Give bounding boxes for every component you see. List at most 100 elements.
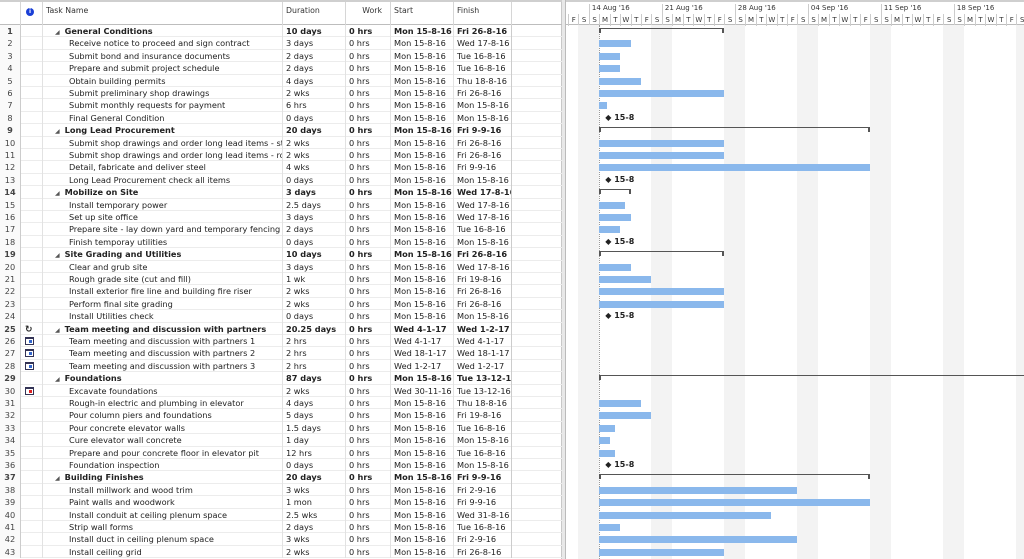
task-name-cell[interactable]: Final General Condition — [43, 111, 283, 125]
finish-cell[interactable]: Wed 17-8-16 — [454, 260, 512, 273]
finish-cell[interactable]: Wed 1-2-17 — [454, 322, 512, 335]
start-cell[interactable]: Mon 15-8-16 — [391, 508, 454, 521]
task-bar[interactable] — [599, 424, 615, 432]
duration-cell[interactable]: 0 days — [283, 459, 346, 472]
row-number[interactable]: 20 — [0, 260, 21, 273]
work-cell[interactable]: 0 hrs — [346, 471, 391, 484]
work-cell[interactable]: 0 hrs — [346, 285, 391, 298]
finish-cell[interactable]: Mon 15-8-16 — [454, 310, 512, 323]
row-number[interactable]: 3 — [0, 49, 21, 63]
task-row[interactable]: 41 Strip wall forms 2 days 0 hrs Mon 15-… — [0, 521, 562, 534]
task-row[interactable]: 27 Team meeting and discussion with part… — [0, 347, 562, 360]
task-name-cell[interactable]: Prepare site - lay down yard and tempora… — [43, 223, 283, 236]
start-cell[interactable]: Mon 15-8-16 — [391, 260, 454, 273]
task-row[interactable]: 32 Pour column piers and foundations 5 d… — [0, 409, 562, 422]
duration-cell[interactable]: 2 wks — [283, 297, 346, 311]
duration-cell[interactable]: 0 days — [283, 173, 346, 187]
finish-cell[interactable]: Fri 26-8-16 — [454, 25, 512, 38]
task-bar[interactable] — [599, 139, 725, 147]
summary-task-row[interactable]: 25 ↻ ◢ Team meeting and discussion with p… — [0, 322, 562, 335]
start-cell[interactable]: Mon 15-8-16 — [391, 496, 454, 509]
task-row[interactable]: 2 Receive notice to proceed and sign con… — [0, 37, 562, 50]
start-header[interactable]: Start — [391, 2, 454, 25]
collapse-triangle-icon[interactable]: ◢ — [55, 327, 60, 334]
work-cell[interactable]: 0 hrs — [346, 384, 391, 397]
duration-cell[interactable]: 2 wks — [283, 384, 346, 397]
work-cell[interactable]: 0 hrs — [346, 99, 391, 112]
task-name-cell[interactable]: Team meeting and discussion with partner… — [43, 335, 283, 348]
work-cell[interactable]: 0 hrs — [346, 483, 391, 497]
milestone-marker[interactable]: ◆ 15-8 — [605, 237, 634, 246]
duration-cell[interactable]: 2 wks — [283, 149, 346, 162]
task-name-cell[interactable]: ◢ Site Grading and Utilities — [43, 248, 283, 261]
task-row[interactable]: 11 Submit shop drawings and order long l… — [0, 149, 562, 162]
work-cell[interactable]: 0 hrs — [346, 521, 391, 534]
row-number[interactable]: 6 — [0, 87, 21, 100]
row-number[interactable]: 43 — [0, 545, 21, 559]
start-cell[interactable]: Mon 15-8-16 — [391, 397, 454, 410]
task-bar[interactable] — [599, 437, 610, 445]
task-name-cell[interactable]: Detail, fabricate and deliver steel — [43, 161, 283, 174]
task-bar[interactable] — [599, 164, 871, 172]
task-row[interactable]: 6 Submit preliminary shop drawings 2 wks… — [0, 87, 562, 100]
duration-cell[interactable]: 20 days — [283, 471, 346, 484]
start-cell[interactable]: Wed 4-1-17 — [391, 322, 454, 335]
work-cell[interactable]: 0 hrs — [346, 273, 391, 286]
task-row[interactable]: 12 Detail, fabricate and deliver steel 4… — [0, 161, 562, 174]
task-row[interactable]: 18 Finish temporay utilities 0 days 0 hr… — [0, 235, 562, 249]
duration-header[interactable]: Duration — [283, 2, 346, 25]
duration-cell[interactable]: 3 days — [283, 37, 346, 50]
start-cell[interactable]: Wed 4-1-17 — [391, 335, 454, 348]
task-row[interactable]: 28 Team meeting and discussion with part… — [0, 359, 562, 373]
start-cell[interactable]: Wed 30-11-16 — [391, 384, 454, 397]
task-name-cell[interactable]: Perform final site grading — [43, 297, 283, 311]
task-name-cell[interactable]: Submit shop drawings and order long lead… — [43, 136, 283, 149]
summary-task-row[interactable]: 37 ◢ Building Finishes 20 days 0 hrs Mon … — [0, 471, 562, 484]
row-number[interactable]: 38 — [0, 483, 21, 497]
finish-cell[interactable]: Wed 31-8-16 — [454, 508, 512, 521]
finish-cell[interactable]: Wed 4-1-17 — [454, 335, 512, 348]
task-name-cell[interactable]: Submit monthly requests for payment — [43, 99, 283, 112]
duration-cell[interactable]: 2 wks — [283, 285, 346, 298]
task-row[interactable]: 36 Foundation inspection 0 days 0 hrs Mo… — [0, 459, 562, 472]
task-name-cell[interactable]: Rough-in electric and plumbing in elevat… — [43, 397, 283, 410]
task-name-cell[interactable]: Pour concrete elevator walls — [43, 421, 283, 435]
start-cell[interactable]: Mon 15-8-16 — [391, 49, 454, 63]
finish-cell[interactable]: Wed 17-8-16 — [454, 198, 512, 211]
row-number[interactable]: 40 — [0, 508, 21, 521]
duration-cell[interactable]: 4 days — [283, 397, 346, 410]
indicators-header[interactable]: i — [21, 2, 43, 25]
row-number[interactable]: 13 — [0, 173, 21, 187]
row-number[interactable]: 23 — [0, 297, 21, 311]
work-cell[interactable]: 0 hrs — [346, 161, 391, 174]
task-bar[interactable] — [599, 152, 725, 159]
work-cell[interactable]: 0 hrs — [346, 49, 391, 63]
work-header[interactable]: Work — [346, 2, 391, 25]
summary-bar[interactable] — [599, 474, 871, 480]
finish-cell[interactable]: Tue 16-8-16 — [454, 49, 512, 63]
task-name-cell[interactable]: Long Lead Procurement check all items — [43, 173, 283, 187]
work-cell[interactable]: 0 hrs — [346, 25, 391, 38]
task-name-cell[interactable]: ◢ Team meeting and discussion with partne… — [43, 322, 283, 335]
milestone-marker[interactable]: ◆ 15-8 — [605, 175, 634, 184]
start-cell[interactable]: Mon 15-8-16 — [391, 124, 454, 137]
row-number[interactable]: 4 — [0, 62, 21, 75]
summary-bar[interactable] — [599, 251, 725, 257]
finish-cell[interactable]: Fri 9-9-16 — [454, 496, 512, 509]
work-cell[interactable]: 0 hrs — [346, 359, 391, 373]
start-cell[interactable]: Mon 15-8-16 — [391, 62, 454, 75]
row-number[interactable]: 36 — [0, 459, 21, 472]
task-name-cell[interactable]: Team meeting and discussion with partner… — [43, 359, 283, 373]
task-row[interactable]: 17 Prepare site - lay down yard and temp… — [0, 223, 562, 236]
finish-cell[interactable]: Wed 1-2-17 — [454, 359, 512, 373]
row-number[interactable]: 37 — [0, 471, 21, 484]
task-name-cell[interactable]: ◢ Long Lead Procurement — [43, 124, 283, 137]
task-name-cell[interactable]: Install conduit at ceiling plenum space — [43, 508, 283, 521]
summary-bar[interactable] — [599, 28, 725, 33]
row-number[interactable]: 17 — [0, 223, 21, 236]
start-cell[interactable]: Mon 15-8-16 — [391, 409, 454, 422]
duration-cell[interactable]: 10 days — [283, 25, 346, 38]
finish-cell[interactable]: Fri 2-9-16 — [454, 483, 512, 497]
work-cell[interactable]: 0 hrs — [346, 508, 391, 521]
duration-cell[interactable]: 3 days — [283, 260, 346, 273]
